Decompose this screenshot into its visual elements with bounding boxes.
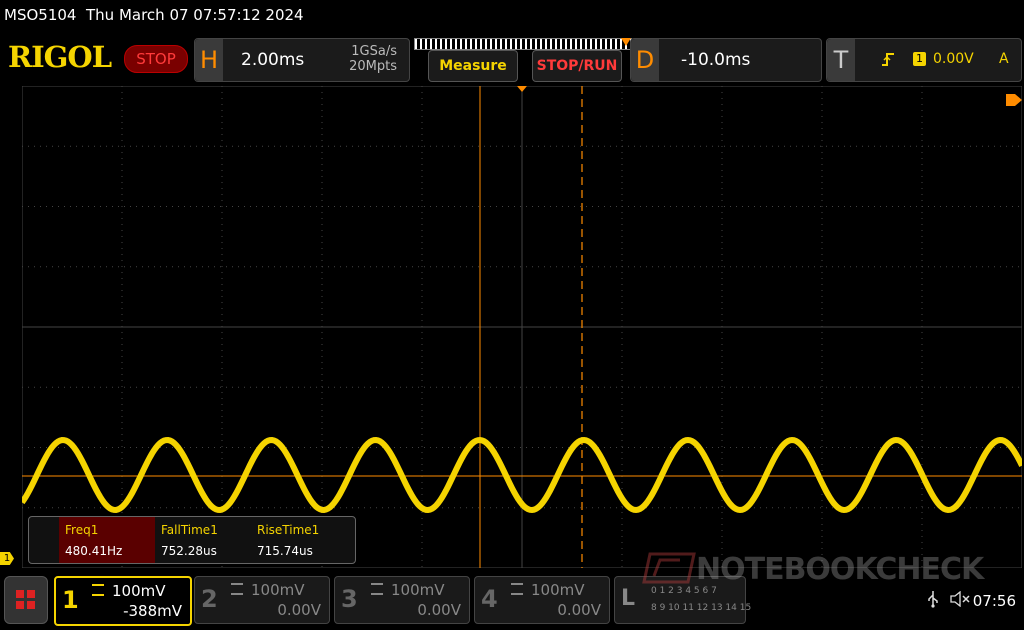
logic-letter: L [621, 586, 636, 611]
speaker-muted-icon[interactable] [950, 591, 972, 607]
channel-1-panel[interactable]: 1 100mV -388mV [54, 576, 192, 626]
horizontal-letter: H [195, 39, 223, 81]
channel-3-panel[interactable]: 3 100mV 0.00V [334, 576, 470, 624]
channel-1-ground-marker[interactable]: 1 [0, 552, 14, 565]
menu-grid-icon [16, 590, 35, 609]
dc-coupling-icon [371, 583, 383, 595]
logic-bits-high: 8 9 10 11 12 13 14 15 [651, 603, 752, 613]
measurement-name: RiseTime1 [257, 523, 320, 537]
measurement-value: 715.74us [257, 544, 313, 558]
channel-offset: 0.00V [277, 601, 321, 619]
memory-position-bar[interactable] [414, 38, 632, 50]
run-status-badge[interactable]: STOP [124, 45, 188, 73]
measurement-value: 752.28us [161, 544, 217, 558]
channel-number: 2 [201, 585, 218, 613]
trigger-source-badge: 1 [913, 52, 926, 66]
channel-number: 3 [341, 585, 358, 613]
channel-number: 1 [62, 586, 79, 614]
channel-scale: 100mV [531, 581, 585, 599]
delay-panel[interactable]: D -10.0ms [630, 38, 822, 82]
measurement-risetime[interactable]: RiseTime1 715.74us [251, 517, 347, 563]
usb-icon [928, 591, 938, 608]
delay-letter: D [631, 39, 659, 81]
trigger-letter: T [827, 39, 855, 81]
trigger-panel[interactable]: T 1 0.00V A [826, 38, 1022, 82]
delay-value: -10.0ms [681, 50, 751, 70]
channel-4-panel[interactable]: 4 100mV 0.00V [474, 576, 610, 624]
title-text: MSO5104 Thu March 07 07:57:12 2024 [4, 6, 304, 24]
measure-button[interactable]: Measure [428, 50, 518, 82]
channel-scale: 100mV [112, 582, 166, 600]
channel-2-panel[interactable]: 2 100mV 0.00V [194, 576, 330, 624]
notebookcheck-watermark: NOTEBOOKCHECK [640, 548, 1020, 588]
measurement-value: 480.41Hz [65, 544, 123, 558]
channel-scale: 100mV [391, 581, 445, 599]
main-menu-button[interactable] [4, 576, 48, 624]
trigger-level-marker-icon [1006, 94, 1022, 106]
rising-edge-icon [882, 53, 894, 66]
trigger-mode: A [999, 51, 1009, 67]
dc-coupling-icon [231, 583, 243, 595]
graticule [22, 86, 1022, 568]
measurement-name: Freq1 [65, 523, 99, 537]
timebase-value: 2.00ms [241, 50, 305, 70]
channel-offset: -388mV [123, 602, 182, 620]
clock: 07:56 [972, 592, 1016, 610]
measurement-falltime[interactable]: FallTime1 752.28us [155, 517, 251, 563]
memory-depth: 20Mpts [349, 59, 397, 74]
trigger-marker-icon [517, 86, 527, 92]
horizontal-panel[interactable]: H 2.00ms 1GSa/s 20Mpts [194, 38, 410, 82]
sample-rate: 1GSa/s [351, 44, 397, 59]
stop-run-button[interactable]: STOP/RUN [532, 50, 622, 82]
channel-number: 4 [481, 585, 498, 613]
measurement-freq[interactable]: Freq1 480.41Hz [59, 517, 155, 563]
waveform-display[interactable] [22, 86, 1022, 568]
dc-coupling-icon [511, 583, 523, 595]
channel-offset: 0.00V [557, 601, 601, 619]
measurement-panel: Freq1 480.41Hz FallTime1 752.28us RiseTi… [28, 516, 356, 564]
trigger-level: 0.00V [933, 51, 974, 67]
channel-scale: 100mV [251, 581, 305, 599]
watermark-text: NOTEBOOKCHECK [696, 552, 984, 587]
notebookcheck-logo-icon [642, 552, 696, 584]
rigol-logo: RIGOL [8, 40, 112, 74]
measurement-name: FallTime1 [161, 523, 218, 537]
channel-offset: 0.00V [417, 601, 461, 619]
dc-coupling-icon [92, 584, 104, 596]
title-bar: MSO5104 Thu March 07 07:57:12 2024 [0, 0, 1024, 34]
